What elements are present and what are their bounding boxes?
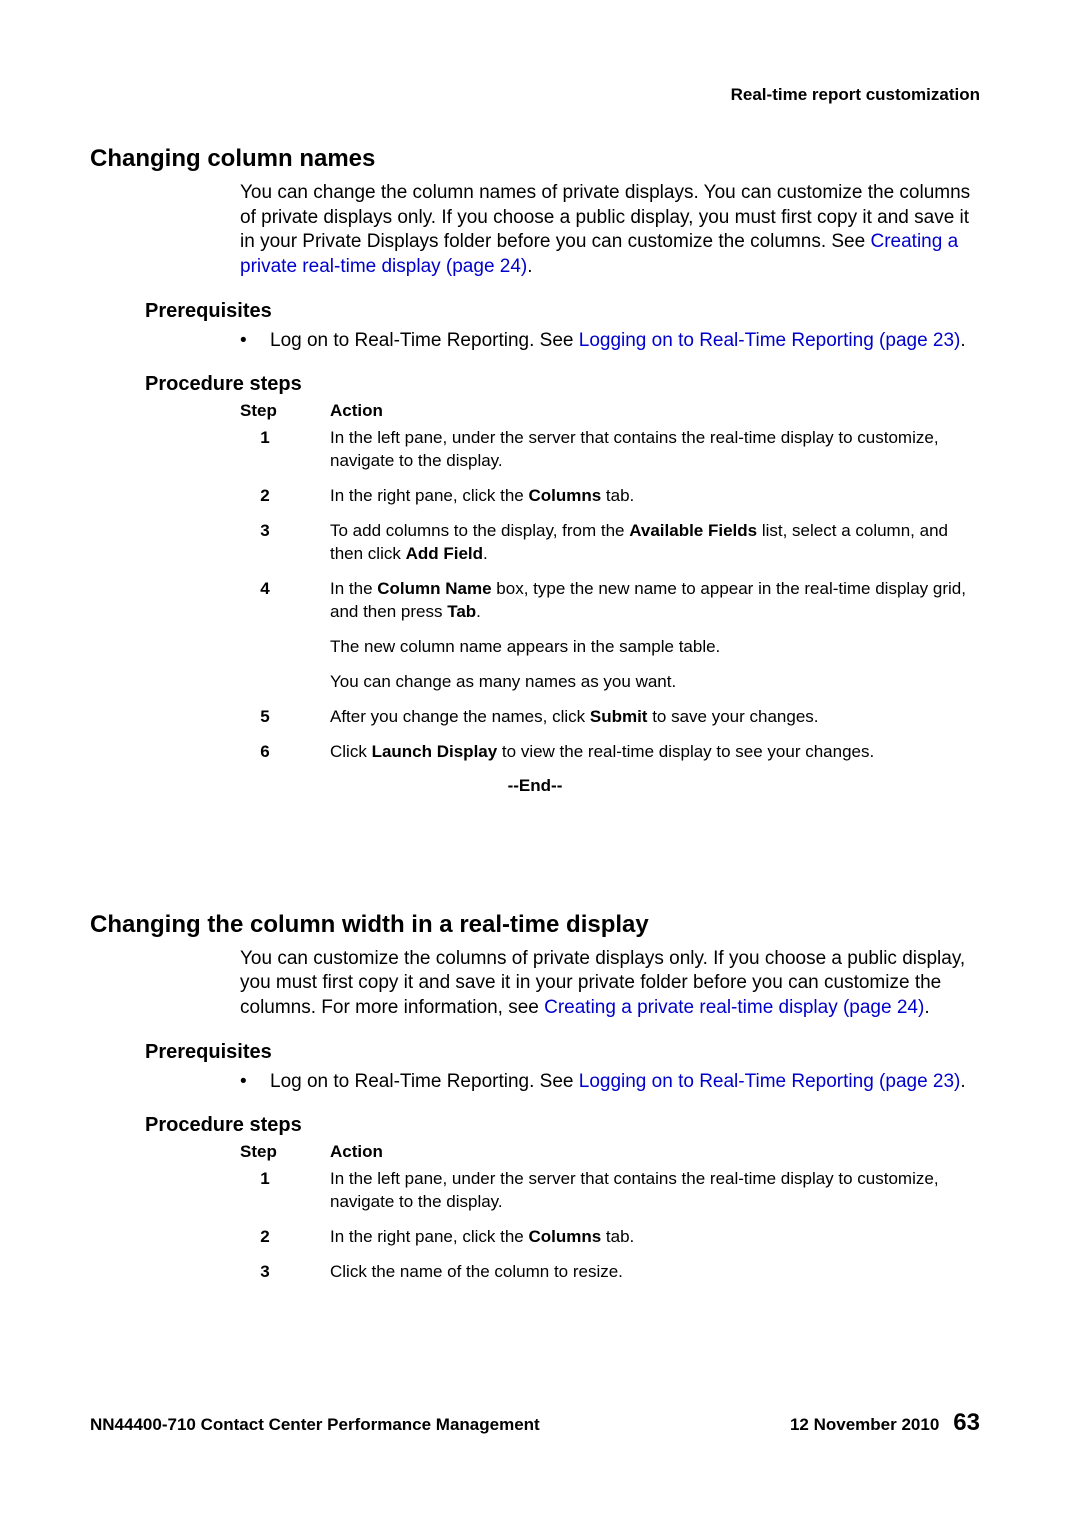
bullet-icon: • [240,1069,270,1095]
table-row: 6 Click Launch Display to view the real-… [240,741,980,764]
prereq-text: Log on to Real-Time Reporting. See [270,1071,579,1092]
step-number: 3 [240,520,330,566]
section2-prereq-heading: Prerequisites [145,1041,980,1064]
section1-steps-heading: Procedure steps [145,373,980,396]
bullet-icon: • [240,328,270,354]
table-row: 5 After you change the names, click Subm… [240,706,980,729]
text: You can change as many names as you want… [330,671,980,694]
prereq-text-wrap: Log on to Real-Time Reporting. See Loggi… [270,328,966,354]
step-number: 3 [240,1261,330,1284]
prereq-post: . [960,330,965,351]
bold-columns: Columns [528,486,601,505]
section2-intro: You can customize the columns of private… [240,947,980,1021]
table-row: 1 In the left pane, under the server tha… [240,427,980,473]
step-action: To add columns to the display, from the … [330,520,980,566]
text: tab. [601,486,634,505]
step-number: 2 [240,485,330,508]
table-row: 2 In the right pane, click the Columns t… [240,1226,980,1249]
link-logging-on[interactable]: Logging on to Real-Time Reporting (page … [579,1071,961,1092]
section1-title: Changing column names [90,145,980,173]
table-row: 2 In the right pane, click the Columns t… [240,485,980,508]
section2-steps-heading: Procedure steps [145,1114,980,1137]
steps-header: Step Action [240,1142,980,1162]
end-marker: --End-- [90,776,980,796]
footer-date: 12 November 2010 [790,1415,939,1435]
prereq-post: . [960,1071,965,1092]
bold-column-name: Column Name [377,579,491,598]
text: . [476,602,481,621]
text: to view the real-time display to see you… [497,742,874,761]
table-row: 3 Click the name of the column to resize… [240,1261,980,1284]
prereq-text: Log on to Real-Time Reporting. See [270,330,579,351]
section1-intro-text: You can change the column names of priva… [240,182,970,252]
step-action: In the right pane, click the Columns tab… [330,485,980,508]
link-logging-on[interactable]: Logging on to Real-Time Reporting (page … [579,330,961,351]
text: After you change the names, click [330,707,590,726]
step-action: Click Launch Display to view the real-ti… [330,741,980,764]
page-header-context: Real-time report customization [731,85,980,105]
table-row: 1 In the left pane, under the server tha… [240,1168,980,1214]
bold-launch-display: Launch Display [372,742,498,761]
section1-prereq-heading: Prerequisites [145,300,980,323]
document-page: Real-time report customization Changing … [0,0,1080,1527]
footer-page-number: 63 [953,1409,980,1437]
footer-doc-id: NN44400-710 Contact Center Performance M… [90,1415,540,1435]
text: Click [330,742,372,761]
step-number: 4 [240,578,330,694]
step-action: In the left pane, under the server that … [330,427,980,473]
step-action: In the Column Name box, type the new nam… [330,578,980,694]
step-number: 1 [240,427,330,473]
prereq-text-wrap: Log on to Real-Time Reporting. See Loggi… [270,1069,966,1095]
text: In the right pane, click the [330,486,528,505]
step-number: 6 [240,741,330,764]
bold-columns: Columns [528,1227,601,1246]
steps-header: Step Action [240,401,980,421]
section1-prereq-item: • Log on to Real-Time Reporting. See Log… [240,328,980,354]
link-creating-private-display[interactable]: Creating a private real-time display (pa… [544,997,924,1018]
page-content: Changing column names You can change the… [0,145,1080,1284]
footer-right: 12 November 2010 63 [790,1409,980,1437]
step-action: In the left pane, under the server that … [330,1168,980,1214]
step-number: 5 [240,706,330,729]
bold-tab: Tab [447,602,476,621]
step-action: In the right pane, click the Columns tab… [330,1226,980,1249]
text: The new column name appears in the sampl… [330,636,980,659]
col-step-label: Step [240,1142,330,1162]
step-number: 1 [240,1168,330,1214]
text: to save your changes. [647,707,818,726]
col-action-label: Action [330,401,383,421]
section1-intro-post: . [527,256,532,277]
col-action-label: Action [330,1142,383,1162]
section2-intro-post: . [924,997,929,1018]
bold-available-fields: Available Fields [629,521,757,540]
bold-submit: Submit [590,707,648,726]
table-row: 3 To add columns to the display, from th… [240,520,980,566]
page-footer: NN44400-710 Contact Center Performance M… [90,1409,980,1437]
bold-add-field: Add Field [406,544,483,563]
step-number: 2 [240,1226,330,1249]
text: To add columns to the display, from the [330,521,629,540]
step-action: Click the name of the column to resize. [330,1261,980,1284]
step-action: After you change the names, click Submit… [330,706,980,729]
text: In the right pane, click the [330,1227,528,1246]
table-row: 4 In the Column Name box, type the new n… [240,578,980,694]
section1-intro: You can change the column names of priva… [240,181,980,280]
col-step-label: Step [240,401,330,421]
text: In the [330,579,377,598]
section2-title: Changing the column width in a real-time… [90,911,980,939]
text: . [483,544,488,563]
text: tab. [601,1227,634,1246]
section2-prereq-item: • Log on to Real-Time Reporting. See Log… [240,1069,980,1095]
